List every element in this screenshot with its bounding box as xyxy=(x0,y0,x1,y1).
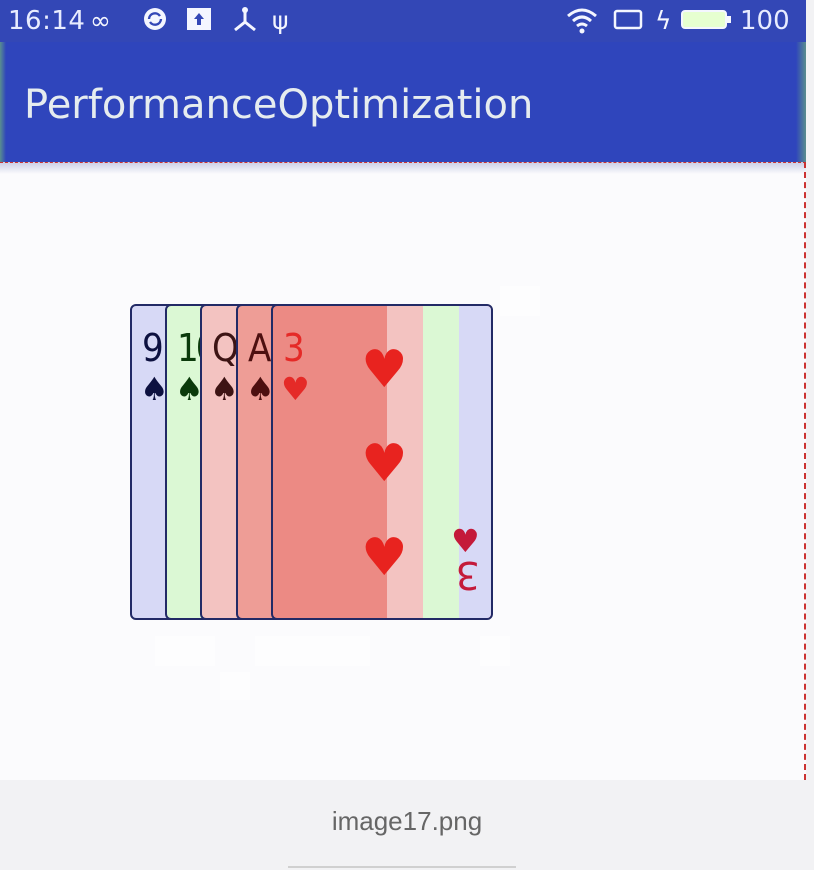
usb-icon: ψ xyxy=(272,6,289,35)
charging-icon: ϟ xyxy=(655,6,672,35)
card-corner-bottom: ♥ 3 xyxy=(451,524,480,597)
tablet-icon xyxy=(612,6,644,39)
appbar-edge-right xyxy=(796,42,806,162)
phone-screen: 16:14 ∞ ψ ϟ 100 PerformanceOptimization xyxy=(0,0,806,780)
card-rank-inverted: 3 xyxy=(455,553,480,597)
overdraw-ghost xyxy=(480,636,510,666)
upload-icon xyxy=(186,6,212,39)
appbar-shadow xyxy=(0,162,806,174)
battery-level: 100 xyxy=(740,6,790,36)
appbar-edge-left xyxy=(0,42,6,162)
battery-icon xyxy=(680,6,732,39)
overdraw-ghost xyxy=(155,636,215,666)
layout-bounds-right xyxy=(804,162,806,780)
spade-icon: ♠ xyxy=(210,370,239,408)
card-rank: Q xyxy=(212,326,239,370)
status-bar: 16:14 ∞ ψ ϟ 100 xyxy=(0,0,806,42)
wifi-icon xyxy=(565,6,599,41)
heart-pip-icon: ♥ xyxy=(361,434,408,494)
card-rank: 9 xyxy=(142,326,164,370)
status-time: 16:14 xyxy=(8,6,86,36)
app-toolbar: PerformanceOptimization xyxy=(0,42,806,162)
overdraw-ghost xyxy=(500,286,540,316)
app-title: PerformanceOptimization xyxy=(24,82,534,128)
heart-icon: ♥ xyxy=(281,370,310,408)
usb-hub-icon xyxy=(230,6,260,41)
sync-icon xyxy=(142,6,168,39)
image-caption: image17.png xyxy=(331,806,483,836)
layout-bounds-top xyxy=(0,162,806,163)
heart-pip-icon: ♥ xyxy=(361,528,408,588)
playing-card-3-hearts[interactable]: 3 ♥ ♥ ♥ ♥ ♥ 3 xyxy=(271,304,493,620)
overdraw-ghost xyxy=(255,636,370,666)
overdraw-ghost xyxy=(220,672,250,700)
infinity-icon: ∞ xyxy=(90,6,111,35)
heart-pip-icon: ♥ xyxy=(361,340,408,400)
caption-underline xyxy=(288,866,516,868)
card-rank: 3 xyxy=(283,326,305,370)
card-rank: A xyxy=(248,326,271,370)
